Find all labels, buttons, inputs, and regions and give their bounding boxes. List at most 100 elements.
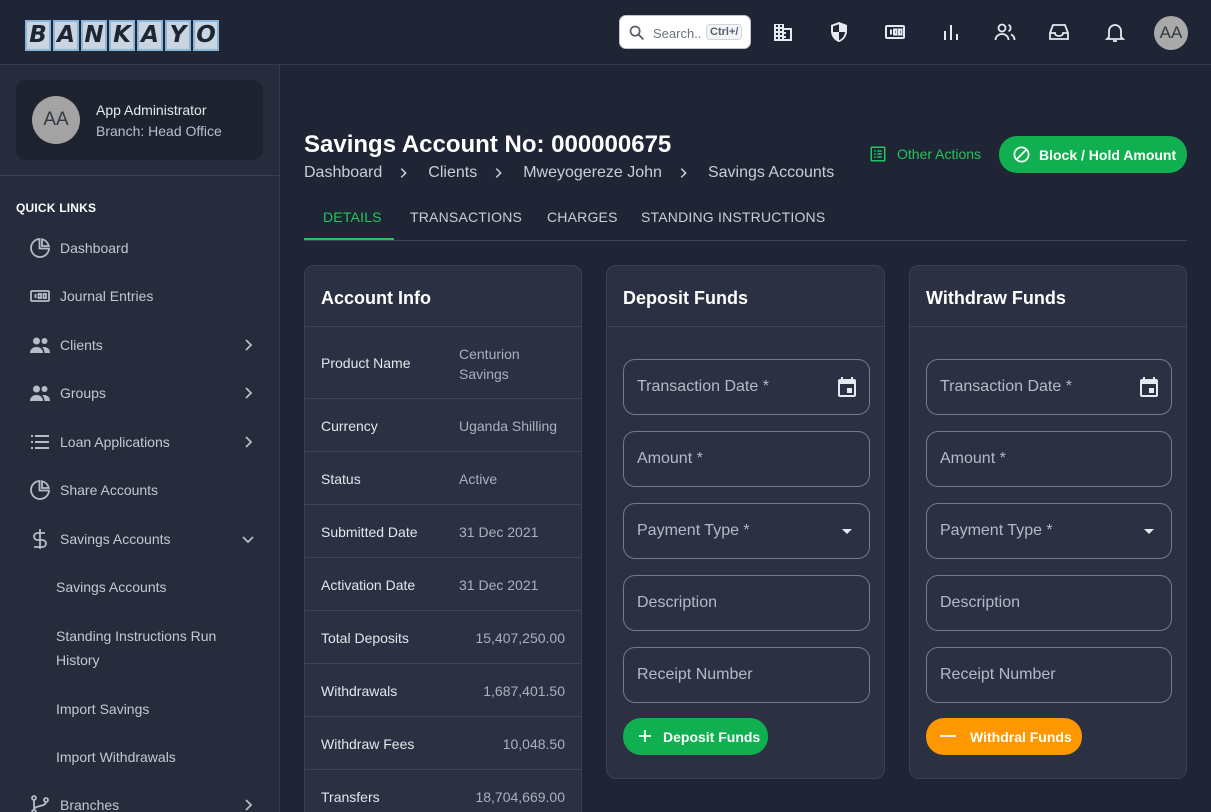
sidebar-item-label: Savings Accounts bbox=[60, 531, 171, 547]
withdraw-funds-card: Withdraw Funds Transaction Date * Amount… bbox=[909, 265, 1187, 779]
breadcrumb-client-name[interactable]: Mweyogereze John bbox=[523, 164, 662, 182]
sidebar-item-branches[interactable]: Branches bbox=[16, 785, 264, 812]
sidebar-item-journal-entries[interactable]: Journal Entries bbox=[16, 276, 264, 316]
branch-icon bbox=[31, 795, 49, 812]
sidebar-item-label: Clients bbox=[60, 337, 103, 353]
tab-details[interactable]: DETAILS bbox=[323, 209, 382, 225]
logo-letter: A bbox=[53, 20, 79, 51]
list-icon bbox=[31, 435, 49, 449]
sidebar-item-share-accounts[interactable]: Share Accounts bbox=[16, 470, 264, 510]
card-title: Deposit Funds bbox=[623, 288, 748, 308]
brand-logo[interactable]: B A N K A Y O bbox=[25, 20, 219, 51]
sidebar-item-loan-applications[interactable]: Loan Applications bbox=[16, 422, 264, 462]
block-icon bbox=[1013, 146, 1030, 163]
chevron-right-icon bbox=[245, 436, 253, 448]
info-label: Withdraw Fees bbox=[321, 736, 415, 752]
inbox-icon[interactable] bbox=[1047, 20, 1071, 44]
building-icon[interactable] bbox=[771, 20, 795, 44]
breadcrumb: Dashboard Clients Mweyogereze John Savin… bbox=[304, 164, 834, 182]
tab-transactions[interactable]: TRANSACTIONS bbox=[410, 209, 522, 225]
sidebar-subitem-savings-accounts[interactable]: Savings Accounts bbox=[56, 575, 246, 599]
withdraw-receipt-number-field[interactable]: Receipt Number bbox=[926, 647, 1172, 703]
calendar-icon[interactable] bbox=[1137, 375, 1161, 399]
info-value: Centurion Savings bbox=[459, 346, 520, 382]
sidebar-subitem-import-withdrawals[interactable]: Import Withdrawals bbox=[56, 745, 246, 769]
card-divider bbox=[910, 326, 1186, 327]
info-row: Total Deposits 15,407,250.00 bbox=[305, 611, 581, 664]
field-label: Description bbox=[940, 594, 1021, 611]
withdraw-funds-button[interactable]: Withdral Funds bbox=[926, 718, 1082, 755]
deposit-description-field[interactable]: Description bbox=[623, 575, 870, 631]
logo-letter: B bbox=[25, 20, 51, 51]
sidebar: AA App Administrator Branch: Head Office… bbox=[0, 65, 280, 812]
search-shortcut-badge: Ctrl+/ bbox=[706, 24, 743, 40]
card-title: Withdraw Funds bbox=[926, 288, 1066, 308]
breadcrumb-dashboard[interactable]: Dashboard bbox=[304, 164, 382, 182]
people-icon[interactable] bbox=[993, 20, 1017, 44]
deposit-receipt-number-field[interactable]: Receipt Number bbox=[623, 647, 870, 703]
chevron-right-icon bbox=[245, 799, 253, 811]
info-value: 18,704,669.00 bbox=[475, 789, 565, 805]
tab-standing-instructions[interactable]: STANDING INSTRUCTIONS bbox=[641, 209, 825, 225]
breadcrumb-clients[interactable]: Clients bbox=[428, 164, 477, 182]
info-row: Withdraw Fees 10,048.50 bbox=[305, 717, 581, 770]
sidebar-subitem-standing-instructions-history[interactable]: Standing Instructions Run History bbox=[56, 624, 246, 672]
chevron-right-icon bbox=[245, 387, 253, 399]
deposit-funds-button[interactable]: Deposit Funds bbox=[623, 718, 768, 755]
deposit-amount-field[interactable]: Amount * bbox=[623, 431, 870, 487]
sidebar-item-clients[interactable]: Clients bbox=[16, 325, 264, 365]
account-info-card: Account Info Product Name Centurion Savi… bbox=[304, 265, 582, 812]
field-label: Amount * bbox=[637, 450, 703, 467]
quick-links-heading: QUICK LINKS bbox=[16, 201, 97, 215]
sidebar-item-dashboard[interactable]: Dashboard bbox=[16, 228, 264, 268]
info-label: Total Deposits bbox=[321, 630, 409, 646]
deposit-funds-label: Deposit Funds bbox=[663, 729, 761, 745]
calendar-icon[interactable] bbox=[835, 375, 859, 399]
info-value: 10,048.50 bbox=[502, 736, 565, 752]
people-icon bbox=[30, 337, 50, 353]
deposit-transaction-date-field[interactable]: Transaction Date * bbox=[623, 359, 870, 415]
plus-icon bbox=[639, 730, 651, 742]
bell-icon[interactable] bbox=[1103, 20, 1127, 44]
block-hold-amount-button[interactable]: Block / Hold Amount bbox=[999, 136, 1187, 173]
withdraw-transaction-date-field[interactable]: Transaction Date * bbox=[926, 359, 1172, 415]
avatar[interactable]: AA bbox=[1154, 16, 1188, 50]
sidebar-divider bbox=[0, 175, 280, 176]
sidebar-item-label: Loan Applications bbox=[60, 434, 170, 450]
active-tab-indicator bbox=[304, 238, 394, 240]
withdraw-description-field[interactable]: Description bbox=[926, 575, 1172, 631]
sidebar-item-savings-accounts[interactable]: Savings Accounts bbox=[16, 519, 264, 559]
sidebar-subitem-import-savings[interactable]: Import Savings bbox=[56, 697, 246, 721]
withdraw-payment-type-select[interactable]: Payment Type * bbox=[926, 503, 1172, 559]
info-row: Withdrawals 1,687,401.50 bbox=[305, 664, 581, 717]
other-actions-button[interactable]: Other Actions bbox=[869, 145, 981, 163]
logo-letter: A bbox=[137, 20, 163, 51]
withdraw-amount-field[interactable]: Amount * bbox=[926, 431, 1172, 487]
bar-chart-icon[interactable] bbox=[939, 20, 963, 44]
field-label: Payment Type * bbox=[637, 522, 750, 539]
info-value: 1,687,401.50 bbox=[483, 683, 565, 699]
info-row: Currency Uganda Shilling bbox=[305, 399, 581, 452]
search-input[interactable]: Search.. Ctrl+/ bbox=[619, 15, 751, 49]
deposit-payment-type-select[interactable]: Payment Type * bbox=[623, 503, 870, 559]
info-label: Submitted Date bbox=[321, 524, 418, 540]
chevron-right-icon bbox=[680, 168, 687, 178]
avatar: AA bbox=[32, 96, 80, 144]
shield-icon[interactable] bbox=[827, 20, 851, 44]
user-name: App Administrator bbox=[96, 102, 207, 118]
caret-down-icon bbox=[842, 529, 852, 534]
info-value: 31 Dec 2021 bbox=[459, 577, 539, 593]
info-label: Activation Date bbox=[321, 577, 416, 593]
info-label: Status bbox=[321, 471, 361, 487]
breadcrumb-savings-accounts: Savings Accounts bbox=[707, 164, 835, 181]
tab-bar: DETAILS TRANSACTIONS CHARGES STANDING IN… bbox=[304, 200, 1187, 241]
search-placeholder: Search.. bbox=[653, 26, 702, 41]
search-icon bbox=[629, 25, 644, 40]
card-divider bbox=[607, 326, 884, 327]
sidebar-item-groups[interactable]: Groups bbox=[16, 373, 264, 413]
withdraw-funds-label: Withdral Funds bbox=[970, 729, 1072, 745]
info-row: Product Name Centurion Savings bbox=[305, 326, 581, 399]
money-icon[interactable] bbox=[883, 20, 907, 44]
user-card[interactable]: AA App Administrator Branch: Head Office bbox=[16, 80, 263, 160]
tab-charges[interactable]: CHARGES bbox=[547, 209, 618, 225]
